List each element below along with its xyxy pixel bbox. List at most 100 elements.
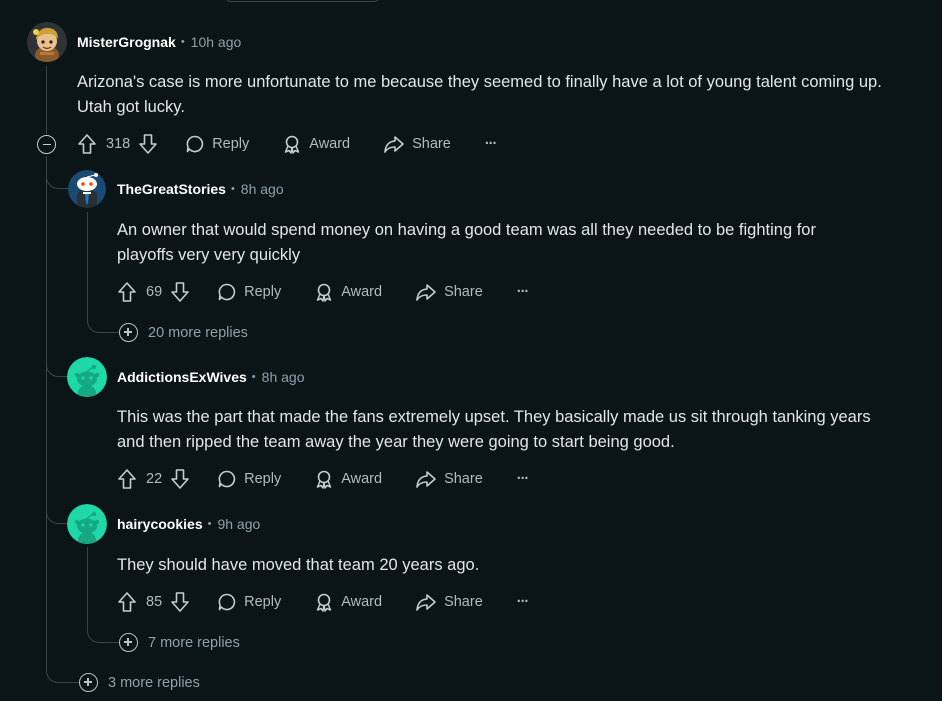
default-snoo-avatar-icon [67,504,107,544]
comment-actions: 69 Reply Award Share ··· [117,281,529,303]
share-arrow-icon [416,594,436,611]
comment-actions: 318 Reply Award Share ··· [77,133,497,155]
more-options-button[interactable]: ··· [517,594,529,610]
more-options-button[interactable]: ··· [517,471,529,487]
upvote-button[interactable] [117,468,137,490]
upvote-button[interactable] [117,591,137,613]
avatar[interactable] [68,170,106,208]
timestamp[interactable]: 9h ago [217,516,260,532]
share-button[interactable]: Share [415,592,483,612]
share-button[interactable]: Share [415,469,483,489]
downvote-button[interactable] [170,591,190,613]
more-replies-link[interactable]: 3 more replies [79,673,200,692]
collapse-thread-button[interactable] [37,135,56,154]
downvote-button[interactable] [170,281,190,303]
speech-bubble-icon [186,135,204,153]
speech-bubble-icon [218,593,236,611]
award-button[interactable]: Award [314,282,382,302]
thread-elbow-root-more [46,660,79,683]
comment-meta: hairycookies • 9h ago [117,516,260,532]
separator: • [180,36,185,48]
award-button[interactable]: Award [314,469,382,489]
plus-circle-icon [119,323,138,342]
thread-line-reply-1 [87,212,88,312]
comment-line: and then ripped the team away the year t… [117,433,675,451]
thread-elbow-reply-3 [46,497,68,524]
reply-label: Reply [244,594,282,610]
comment-line: This was the part that made the fans ext… [117,408,871,426]
more-replies-link[interactable]: 7 more replies [119,633,240,652]
reply-button[interactable]: Reply [217,592,281,612]
upvote-arrow-icon [78,134,96,154]
comment-line: Utah got lucky. [77,98,185,116]
comment-line: playoffs very very quickly [117,246,301,264]
more-replies-link[interactable]: 20 more replies [119,323,248,342]
speech-bubble-icon [218,283,236,301]
award-ribbon-icon [316,593,332,612]
thread-elbow-reply-1 [46,160,68,189]
separator: • [207,518,212,530]
separator: • [251,371,256,383]
comment-line: An owner that would spend money on havin… [117,221,816,239]
vote-score: 69 [146,284,163,300]
share-button[interactable]: Share [383,134,451,154]
upvote-button[interactable] [117,281,137,303]
reply-button[interactable]: Reply [217,282,281,302]
comment-body: This was the part that made the fans ext… [117,405,937,455]
award-label: Award [341,471,383,487]
upvote-arrow-icon [118,282,136,302]
username[interactable]: MisterGrognak [77,34,176,50]
default-snoo-avatar-icon [67,357,107,397]
comment-meta: TheGreatStories • 8h ago [117,181,284,197]
award-ribbon-icon [316,470,332,489]
award-button[interactable]: Award [282,134,350,154]
award-label: Award [341,284,383,300]
more-options-dots: ··· [516,471,529,487]
award-ribbon-icon [285,135,300,154]
downvote-arrow-icon [139,134,158,154]
separator: • [230,183,235,195]
plus-circle-icon [119,633,138,652]
timestamp[interactable]: 8h ago [262,369,305,385]
more-replies-label: 7 more replies [148,634,240,651]
award-ribbon-icon [316,283,332,302]
upvote-arrow-icon [118,469,136,489]
comment-meta: MisterGrognak • 10h ago [77,34,241,50]
comment-body: An owner that would spend money on havin… [117,218,937,268]
snoo-avatar-icon [68,170,106,208]
share-arrow-icon [416,284,436,301]
vote-score: 85 [146,594,163,610]
thread-line-root-lower [46,156,47,670]
username[interactable]: hairycookies [117,516,203,532]
downvote-arrow-icon [171,592,189,612]
vote-score: 22 [146,471,163,487]
avatar[interactable] [27,22,67,62]
username[interactable]: TheGreatStories [117,181,226,197]
reply-button[interactable]: Reply [185,134,249,154]
reply-label: Reply [212,136,250,152]
more-replies-label: 20 more replies [148,324,248,341]
award-button[interactable]: Award [314,592,382,612]
downvote-button[interactable] [170,468,190,490]
upvote-button[interactable] [77,133,97,155]
speech-bubble-icon [218,470,236,488]
username[interactable]: AddictionsExWives [117,369,247,385]
more-options-dots: ··· [516,284,529,300]
more-options-button[interactable]: ··· [517,284,529,300]
comment-line: They should have moved that team 20 year… [117,556,480,574]
timestamp[interactable]: 8h ago [241,181,284,197]
upvote-arrow-icon [118,592,136,612]
share-button[interactable]: Share [415,282,483,302]
timestamp[interactable]: 10h ago [191,34,242,50]
avatar[interactable] [67,357,107,397]
thread-elbow-reply-3-more [87,620,119,643]
reply-button[interactable]: Reply [217,469,281,489]
comment-body: Arizona's case is more unfortunate to me… [77,70,937,120]
vote-score: 318 [106,136,131,152]
comment-body: They should have moved that team 20 year… [117,553,937,578]
share-label: Share [444,284,483,300]
comment-meta: AddictionsExWives • 8h ago [117,369,304,385]
downvote-button[interactable] [138,133,158,155]
more-options-button[interactable]: ··· [485,136,497,152]
avatar[interactable] [67,504,107,544]
